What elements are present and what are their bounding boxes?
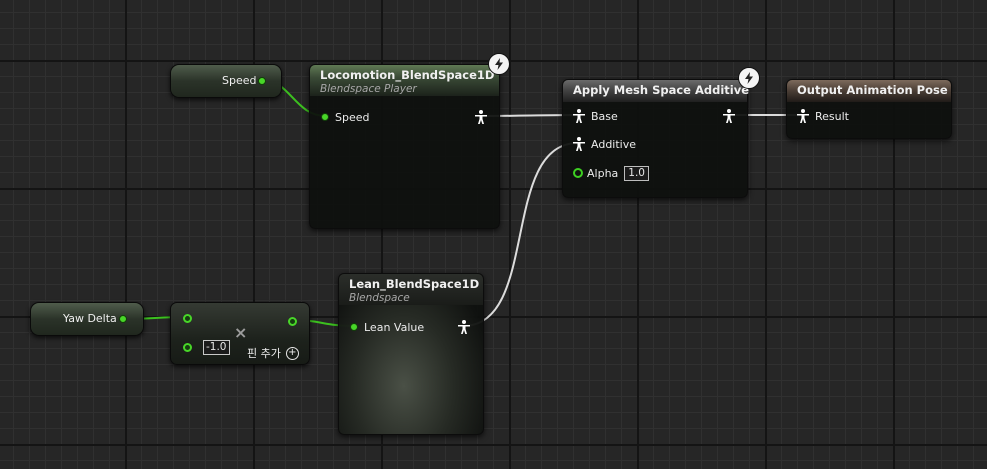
locomotion-speed-input-row[interactable]: Speed xyxy=(321,110,369,124)
additive-alpha-label: Alpha xyxy=(587,166,619,180)
locomotion-blendspace-node[interactable]: Locomotion_BlendSpace1D Blendspace Playe… xyxy=(309,64,500,229)
additive-pose-input-icon[interactable] xyxy=(573,137,585,151)
output-result-input-row[interactable]: Result xyxy=(797,109,849,123)
lean-pose-output-icon[interactable] xyxy=(458,320,470,334)
alpha-value-field[interactable]: 1.0 xyxy=(624,165,649,181)
multiply-operator-icon: × xyxy=(234,323,248,342)
yaw-delta-output-pin[interactable] xyxy=(119,315,127,323)
output-result-label: Result xyxy=(815,109,849,123)
locomotion-speed-input-label: Speed xyxy=(335,110,370,124)
base-pose-input-icon[interactable] xyxy=(573,109,585,123)
yaw-delta-variable-node[interactable]: Yaw Delta xyxy=(30,302,144,336)
lean-value-input-pin[interactable] xyxy=(350,323,358,331)
speed-variable-node[interactable]: Speed xyxy=(170,64,282,98)
additive-additive-label: Additive xyxy=(591,137,636,151)
alpha-input-pin[interactable] xyxy=(573,168,583,178)
multiply-input-a-pin[interactable] xyxy=(183,314,192,323)
additive-base-label: Base xyxy=(591,109,618,123)
multiply-b-value-box[interactable]: -1.0 xyxy=(203,340,230,355)
locomotion-pose-output-icon[interactable] xyxy=(475,110,487,124)
multiply-input-b-pin[interactable] xyxy=(183,343,192,352)
output-node-header[interactable]: Output Animation Pose xyxy=(787,80,951,102)
additive-alpha-input-row[interactable]: Alpha 1.0 xyxy=(573,165,649,181)
output-node-title: Output Animation Pose xyxy=(797,83,948,97)
output-animation-pose-node[interactable]: Output Animation Pose Result xyxy=(786,79,952,139)
additive-node-title: Apply Mesh Space Additive xyxy=(573,83,750,97)
multiply-output-pin[interactable] xyxy=(288,317,297,326)
additive-pose-output-icon[interactable] xyxy=(723,109,735,123)
apply-mesh-space-additive-node[interactable]: Apply Mesh Space Additive Base Additive … xyxy=(562,79,750,198)
locomotion-speed-input-pin[interactable] xyxy=(321,113,329,121)
yaw-delta-variable-label: Yaw Delta xyxy=(63,312,117,325)
add-pin-label: 핀 추가 xyxy=(247,347,281,360)
multiply-node[interactable]: -1.0 × 핀 추가 + xyxy=(170,302,310,365)
speed-output-pin[interactable] xyxy=(258,77,266,85)
lean-value-input-label: Lean Value xyxy=(364,320,425,334)
plus-circle-icon: + xyxy=(285,346,299,360)
lean-value-input-row[interactable]: Lean Value xyxy=(350,320,424,334)
locomotion-lightning-icon xyxy=(488,53,510,75)
additive-additive-input-row[interactable]: Additive xyxy=(573,137,636,151)
locomotion-node-header[interactable]: Locomotion_BlendSpace1D Blendspace Playe… xyxy=(310,65,499,96)
lean-node-subtitle: Blendspace xyxy=(349,292,410,304)
additive-node-header[interactable]: Apply Mesh Space Additive xyxy=(563,80,750,102)
locomotion-node-subtitle: Blendspace Player xyxy=(320,83,417,95)
speed-variable-label: Speed xyxy=(222,74,257,87)
additive-lightning-icon xyxy=(738,67,760,89)
add-pin-button[interactable]: 핀 추가 + xyxy=(247,345,299,361)
result-pose-input-icon[interactable] xyxy=(797,109,809,123)
locomotion-node-title: Locomotion_BlendSpace1D xyxy=(320,68,495,82)
lean-blendspace-node[interactable]: Lean_BlendSpace1D Blendspace Lean Value xyxy=(338,273,484,435)
lean-node-title: Lean_BlendSpace1D xyxy=(349,277,480,291)
additive-base-input-row[interactable]: Base xyxy=(573,109,618,123)
lean-node-header[interactable]: Lean_BlendSpace1D Blendspace xyxy=(339,274,483,305)
